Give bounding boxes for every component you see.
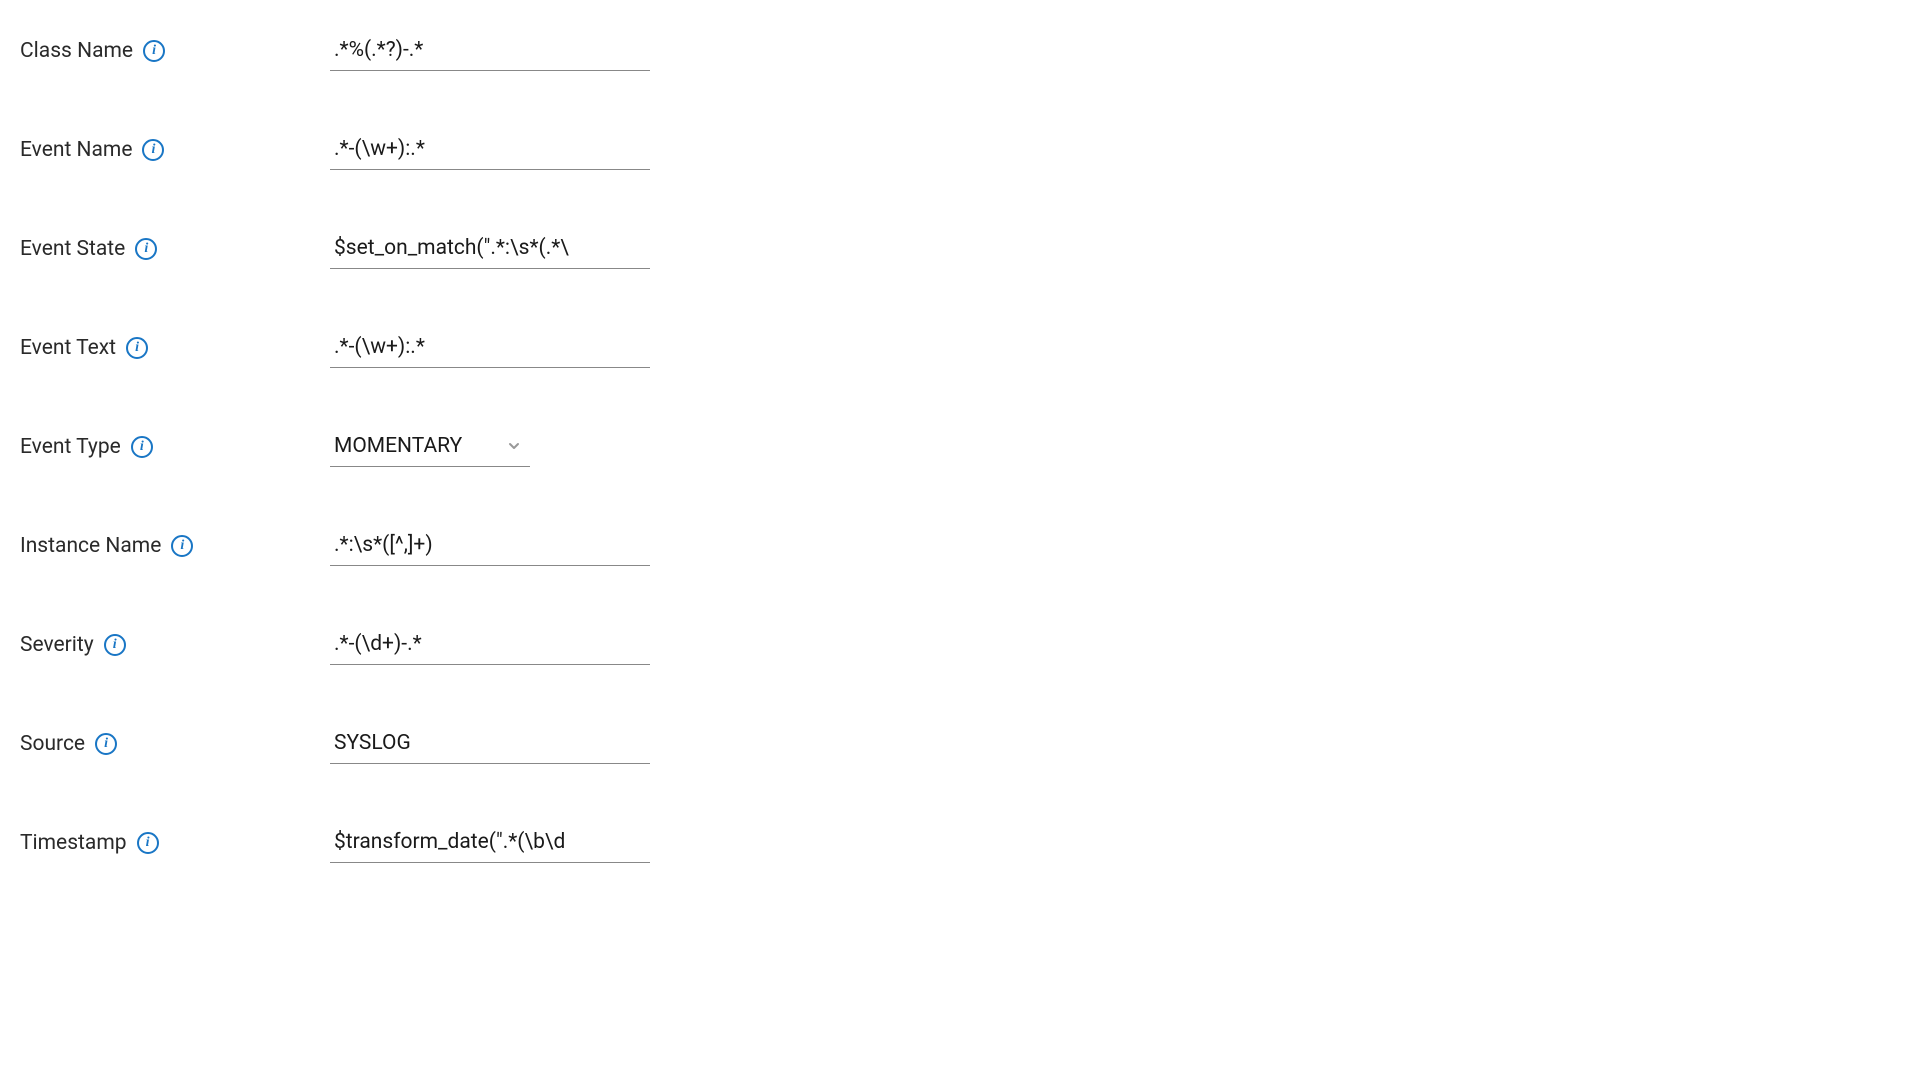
info-icon[interactable]: i	[142, 139, 164, 161]
timestamp-input[interactable]	[330, 822, 650, 863]
row-event-name: Event Name i	[20, 129, 1902, 170]
label-group: Event Name i	[20, 138, 330, 162]
info-icon[interactable]: i	[131, 436, 153, 458]
timestamp-label: Timestamp	[20, 831, 127, 855]
form-container: Class Name i Event Name i Event State i …	[20, 30, 1902, 863]
row-timestamp: Timestamp i	[20, 822, 1902, 863]
event-name-label: Event Name	[20, 138, 132, 162]
event-state-label: Event State	[20, 237, 125, 261]
row-instance-name: Instance Name i	[20, 525, 1902, 566]
instance-name-input[interactable]	[330, 525, 650, 566]
info-icon[interactable]: i	[104, 634, 126, 656]
label-group: Timestamp i	[20, 831, 330, 855]
info-icon[interactable]: i	[95, 733, 117, 755]
severity-input[interactable]	[330, 624, 650, 665]
row-event-state: Event State i	[20, 228, 1902, 269]
class-name-input[interactable]	[330, 30, 650, 71]
row-class-name: Class Name i	[20, 30, 1902, 71]
row-event-text: Event Text i	[20, 327, 1902, 368]
info-icon[interactable]: i	[143, 40, 165, 62]
event-text-input[interactable]	[330, 327, 650, 368]
info-icon[interactable]: i	[171, 535, 193, 557]
event-type-select[interactable]: MOMENTARY	[330, 426, 530, 467]
label-group: Instance Name i	[20, 534, 330, 558]
label-group: Event Type i	[20, 435, 330, 459]
row-source: Source i	[20, 723, 1902, 764]
event-type-label: Event Type	[20, 435, 121, 459]
label-group: Source i	[20, 732, 330, 756]
source-label: Source	[20, 732, 85, 756]
info-icon[interactable]: i	[137, 832, 159, 854]
event-text-label: Event Text	[20, 336, 116, 360]
class-name-label: Class Name	[20, 39, 133, 63]
instance-name-label: Instance Name	[20, 534, 161, 558]
label-group: Class Name i	[20, 39, 330, 63]
row-severity: Severity i	[20, 624, 1902, 665]
label-group: Severity i	[20, 633, 330, 657]
row-event-type: Event Type i MOMENTARY	[20, 426, 1902, 467]
event-type-select-wrapper: MOMENTARY	[330, 426, 530, 467]
event-name-input[interactable]	[330, 129, 650, 170]
source-input[interactable]	[330, 723, 650, 764]
info-icon[interactable]: i	[126, 337, 148, 359]
info-icon[interactable]: i	[135, 238, 157, 260]
severity-label: Severity	[20, 633, 94, 657]
event-state-input[interactable]	[330, 228, 650, 269]
label-group: Event Text i	[20, 336, 330, 360]
label-group: Event State i	[20, 237, 330, 261]
